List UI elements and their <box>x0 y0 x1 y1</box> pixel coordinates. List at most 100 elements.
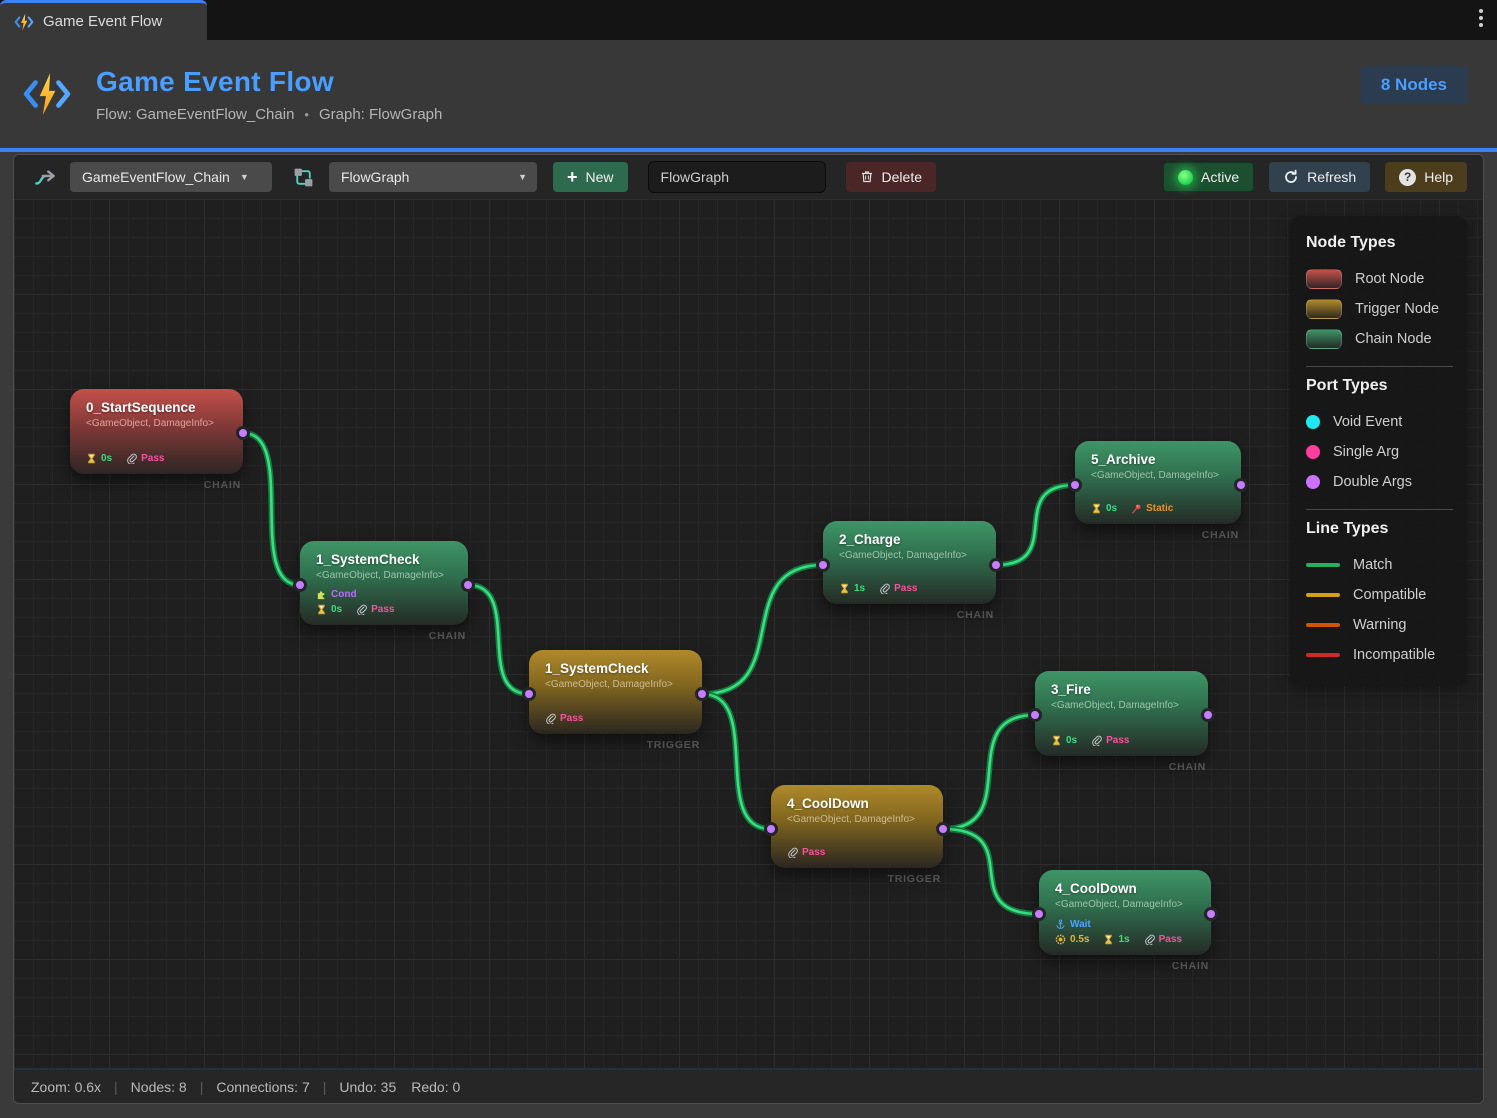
port-double-args[interactable] <box>1204 907 1218 921</box>
node-type-swatch <box>1306 329 1342 349</box>
graph-select[interactable]: FlowGraph ▼ <box>329 162 537 192</box>
port-double-args[interactable] <box>816 558 830 572</box>
node-type-swatch <box>1306 299 1342 319</box>
new-button-label: New <box>586 169 614 185</box>
flow-select[interactable]: GameEventFlow_Chain ▼ <box>70 162 272 192</box>
status-separator: | <box>323 1079 327 1095</box>
badge-row: Cond <box>316 589 454 600</box>
node-subtitle: <GameObject, DamageInfo> <box>1055 899 1197 910</box>
connection-line[interactable] <box>702 565 823 694</box>
port-double-args[interactable] <box>236 426 250 440</box>
delete-button[interactable]: Delete <box>846 162 936 192</box>
legend-item-label: Single Arg <box>1333 444 1399 460</box>
legend-node-types-list: Root NodeTrigger NodeChain Node <box>1306 264 1453 354</box>
hourglass-icon <box>1051 735 1062 746</box>
node-badges: 0sStatic <box>1091 503 1227 514</box>
badge-row: 1s Pass <box>839 583 982 594</box>
trash-icon <box>860 170 874 184</box>
connection-line[interactable] <box>468 585 529 694</box>
port-double-args[interactable] <box>461 578 475 592</box>
legend-item: Warning <box>1306 610 1453 640</box>
node-badges: Cond 0sPass <box>316 589 454 615</box>
port-double-args[interactable] <box>1032 907 1046 921</box>
graph-name-input[interactable] <box>648 161 826 193</box>
node-box[interactable]: 4_CoolDown<GameObject, DamageInfo>Pass <box>771 785 943 868</box>
legend-item-label: Root Node <box>1355 271 1424 287</box>
port-double-args[interactable] <box>764 822 778 836</box>
tab-game-event-flow[interactable]: Game Event Flow <box>0 0 207 40</box>
node-title: 4_CoolDown <box>787 796 929 811</box>
graph-canvas[interactable]: Node Types Root NodeTrigger NodeChain No… <box>14 199 1483 1068</box>
port-double-args[interactable] <box>695 687 709 701</box>
help-button[interactable]: ? Help <box>1385 162 1467 192</box>
badge-row: Pass <box>787 847 929 858</box>
badge-label: 1s <box>854 583 865 594</box>
badge-row: 0sStatic <box>1091 503 1227 514</box>
node-box[interactable]: 1_SystemCheck<GameObject, DamageInfo>Pas… <box>529 650 702 734</box>
node-badge-static: Static <box>1131 503 1173 514</box>
badge-label: Pass <box>1159 934 1182 945</box>
node-title: 3_Fire <box>1051 682 1194 697</box>
connection-line-halo <box>702 565 823 694</box>
port-double-args[interactable] <box>1068 478 1082 492</box>
node-box[interactable]: 3_Fire<GameObject, DamageInfo>0sPass <box>1035 671 1208 756</box>
legend-port-types-title: Port Types <box>1306 377 1453 395</box>
connection-line[interactable] <box>943 715 1035 829</box>
connection-line[interactable] <box>243 433 300 585</box>
node-box[interactable]: 5_Archive<GameObject, DamageInfo>0sStati… <box>1075 441 1241 524</box>
node-box[interactable]: 4_CoolDown<GameObject, DamageInfo>Wait0.… <box>1039 870 1211 955</box>
node-badge-cond: Cond <box>316 589 357 600</box>
badge-label: Wait <box>1070 919 1091 930</box>
node-box[interactable]: 1_SystemCheck<GameObject, DamageInfo>Con… <box>300 541 468 625</box>
new-button[interactable]: + New <box>553 162 628 192</box>
active-status-button[interactable]: Active <box>1163 162 1254 192</box>
hourglass-icon <box>86 453 97 464</box>
port-double-args[interactable] <box>1234 478 1248 492</box>
status-redo: Redo: 0 <box>411 1079 460 1095</box>
connection-line-halo <box>943 829 1039 914</box>
badge-row: Pass <box>545 713 688 724</box>
flow-select-value: GameEventFlow_Chain <box>82 169 230 185</box>
status-separator: | <box>114 1079 118 1095</box>
header-accent-divider <box>0 148 1497 152</box>
kebab-menu-icon[interactable] <box>1479 9 1483 27</box>
node-box[interactable]: 2_Charge<GameObject, DamageInfo>1sPass <box>823 521 996 604</box>
node-title: 5_Archive <box>1091 452 1227 467</box>
badge-label: 0.5s <box>1070 934 1089 945</box>
graph-node-1_systemcheck: 1_SystemCheck<GameObject, DamageInfo>Pas… <box>529 650 702 751</box>
node-subtitle: <GameObject, DamageInfo> <box>839 550 982 561</box>
badge-label: 0s <box>331 604 342 615</box>
port-double-args[interactable] <box>1028 708 1042 722</box>
hourglass-icon <box>316 604 327 615</box>
legend-panel: Node Types Root NodeTrigger NodeChain No… <box>1290 216 1467 686</box>
port-double-args[interactable] <box>936 822 950 836</box>
port-double-args[interactable] <box>1201 708 1215 722</box>
legend-node-types-title: Node Types <box>1306 234 1453 252</box>
legend-item-label: Match <box>1353 557 1393 573</box>
connection-line-halo <box>702 694 771 829</box>
paperclip-icon <box>879 583 890 594</box>
connection-line[interactable] <box>943 829 1039 914</box>
plus-icon: + <box>567 167 578 188</box>
port-double-args[interactable] <box>989 558 1003 572</box>
node-badge-pass: Pass <box>879 583 917 594</box>
node-kind-label: TRIGGER <box>529 739 702 751</box>
legend-line-types-list: Match CompatibleWarningIncompatible <box>1306 550 1453 670</box>
legend-item: Compatible <box>1306 580 1453 610</box>
badge-row: 0sPass <box>316 604 454 615</box>
refresh-button[interactable]: Refresh <box>1269 162 1370 192</box>
legend-item-label: Chain Node <box>1355 331 1432 347</box>
line-type-swatch <box>1306 593 1340 597</box>
port-double-args[interactable] <box>522 687 536 701</box>
node-badge-0s: 0s <box>1051 735 1077 746</box>
node-kind-label: CHAIN <box>1075 529 1241 541</box>
port-type-dot-icon <box>1306 415 1320 429</box>
port-double-args[interactable] <box>293 578 307 592</box>
badge-label: Pass <box>141 453 164 464</box>
node-box[interactable]: 0_StartSequence<GameObject, DamageInfo>0… <box>70 389 243 474</box>
node-subtitle: <GameObject, DamageInfo> <box>316 570 454 581</box>
connection-line[interactable] <box>702 694 771 829</box>
badge-label: Pass <box>560 713 583 724</box>
legend-item: Incompatible <box>1306 640 1453 670</box>
connection-line[interactable] <box>996 485 1075 565</box>
